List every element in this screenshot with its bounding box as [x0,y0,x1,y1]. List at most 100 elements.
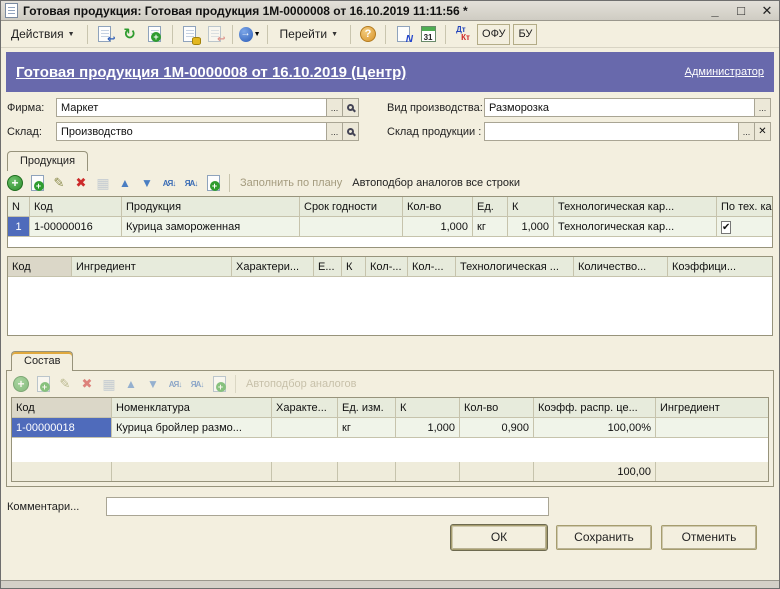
col-header-kol1[interactable]: Кол-... [366,257,408,277]
sort-ascending-button[interactable]: АЯ↓ [159,173,179,193]
qty-cell[interactable]: 0,900 [460,418,534,438]
dtkt-postings-button[interactable]: Дт Кт [452,24,474,45]
col-header-coefficient[interactable]: Коэффици... [668,257,772,277]
pick-list-button[interactable]: + [209,374,229,394]
sostav-table-row[interactable]: 1-00000018 Курица бройлер размо... кг 1,… [12,418,768,438]
sklad-produkcii-clear-button[interactable]: ✕ [754,123,770,140]
maximize-button[interactable]: □ [733,3,749,19]
col-header-k[interactable]: К [396,398,460,418]
vid-proizvodstva-field[interactable]: Разморозка ... [484,98,771,117]
sklad-open-button[interactable] [342,123,358,140]
col-header-characteristic[interactable]: Характе... [272,398,338,418]
copy-document-button[interactable]: + [144,24,166,45]
delete-row-button[interactable]: ✖ [77,374,97,394]
qty-cell[interactable]: 1,000 [403,217,473,237]
sort-descending-button[interactable]: ЯА↓ [181,173,201,193]
row-number-cell[interactable]: 1 [8,217,30,237]
actions-menu-button[interactable]: Действия ▼ [5,24,81,44]
col-header-k[interactable]: К [342,257,366,277]
unit-cell[interactable]: кг [338,418,396,438]
refresh-button[interactable]: ↻ [119,24,141,45]
autoselect-analogs-all-rows-button[interactable]: Автоподбор аналогов все строки [348,177,524,189]
col-header-kolvo[interactable]: Кол-во [403,197,473,217]
close-button[interactable]: ✕ [759,3,775,19]
move-row-down-button[interactable]: ▼ [143,374,163,394]
col-header-kol2[interactable]: Кол-... [408,257,456,277]
bu-toggle-button[interactable]: БУ [513,24,537,45]
k-cell[interactable]: 1,000 [508,217,554,237]
help-button[interactable]: ? [357,24,379,45]
checkbox-checked-icon[interactable]: ✔ [721,221,731,234]
col-header-techcard[interactable]: Технологическая кар... [554,197,717,217]
code-cell[interactable]: 1-00000018 [12,418,112,438]
delete-row-button[interactable]: ✖ [71,173,91,193]
col-header-characteristic[interactable]: Характери... [232,257,314,277]
characteristic-cell[interactable] [272,418,338,438]
tab-produkcija[interactable]: Продукция [7,151,88,171]
col-header-coeff[interactable]: Коэфф. распр. це... [534,398,656,418]
products-table-row[interactable]: 1 1-00000016 Курица замороженная 1,000 к… [8,217,772,237]
cancel-button[interactable]: Отменить [661,525,757,550]
firma-open-button[interactable] [342,99,358,116]
user-link[interactable]: Администратор [685,66,764,78]
go-menu-button[interactable]: Перейти ▼ [274,24,345,44]
col-header-n[interactable]: N [8,197,30,217]
product-cell[interactable]: Курица замороженная [122,217,300,237]
firma-field[interactable]: Маркет ... [56,98,359,117]
document-title-link[interactable]: Готовая продукция 1М-0000008 от 16.10.20… [16,64,685,81]
pick-list-button[interactable]: + [203,173,223,193]
sklad-produkcii-select-button[interactable]: ... [738,123,754,140]
col-header-k[interactable]: К [508,197,554,217]
move-row-up-button[interactable]: ▲ [121,374,141,394]
set-date-button[interactable]: 31 [417,24,439,45]
document-movements-button[interactable]: → ▼ [239,24,261,45]
copy-row-button[interactable]: + [27,173,47,193]
col-header-edizm[interactable]: Ед. изм. [338,398,396,418]
move-row-up-button[interactable]: ▲ [115,173,135,193]
col-header-produkcija[interactable]: Продукция [122,197,300,217]
comment-input[interactable] [106,497,549,516]
col-header-quantity[interactable]: Количество... [574,257,668,277]
sklad-select-button[interactable]: ... [326,123,342,140]
firma-select-button[interactable]: ... [326,99,342,116]
copy-row-button[interactable]: + [33,374,53,394]
col-header-kod[interactable]: Код [30,197,122,217]
col-header-kod[interactable]: Код [8,257,72,277]
col-header-kod[interactable]: Код [12,398,112,418]
sklad-field[interactable]: Производство ... [56,122,359,141]
ingredient-cell[interactable] [656,418,768,438]
vid-proizvodstva-select-button[interactable]: ... [754,99,770,116]
edit-row-button[interactable]: ✎ [55,374,75,394]
numerator-button[interactable]: N [392,24,414,45]
col-header-ingredient[interactable]: Ингредиент [72,257,232,277]
ofu-toggle-button[interactable]: ОФУ [477,24,510,45]
col-header-e[interactable]: Е... [314,257,342,277]
sklad-produkcii-field[interactable]: ... ✕ [484,122,771,141]
minimize-button[interactable]: _ [707,3,723,19]
by-tech-card-cell[interactable]: ✔ [717,217,772,237]
coeff-cell[interactable]: 100,00% [534,418,656,438]
expiry-cell[interactable] [300,217,403,237]
save-button[interactable]: Сохранить [556,525,652,550]
nomenclature-cell[interactable]: Курица бройлер размо... [112,418,272,438]
add-row-button[interactable]: + [5,173,25,193]
edit-row-button[interactable]: ✎ [49,173,69,193]
sort-descending-button[interactable]: ЯА↓ [187,374,207,394]
k-cell[interactable]: 1,000 [396,418,460,438]
ok-button[interactable]: ОК [451,525,547,550]
col-header-kolvo[interactable]: Кол-во [460,398,534,418]
code-cell[interactable]: 1-00000016 [30,217,122,237]
col-header-by-techcard[interactable]: По тех. ка... [717,197,772,217]
add-row-button[interactable]: + [11,374,31,394]
post-document-button[interactable] [179,24,201,45]
col-header-ingredient[interactable]: Ингредиент [656,398,768,418]
unit-cell[interactable]: кг [473,217,508,237]
col-header-srok[interactable]: Срок годности [300,197,403,217]
move-row-down-button[interactable]: ▼ [137,173,157,193]
write-document-button[interactable]: ↩ [94,24,116,45]
tech-card-cell[interactable]: Технологическая кар... [554,217,717,237]
col-header-nomenklatura[interactable]: Номенклатура [112,398,272,418]
col-header-ed[interactable]: Ед. [473,197,508,217]
sort-ascending-button[interactable]: АЯ↓ [165,374,185,394]
col-header-techcard[interactable]: Технологическая ... [456,257,574,277]
